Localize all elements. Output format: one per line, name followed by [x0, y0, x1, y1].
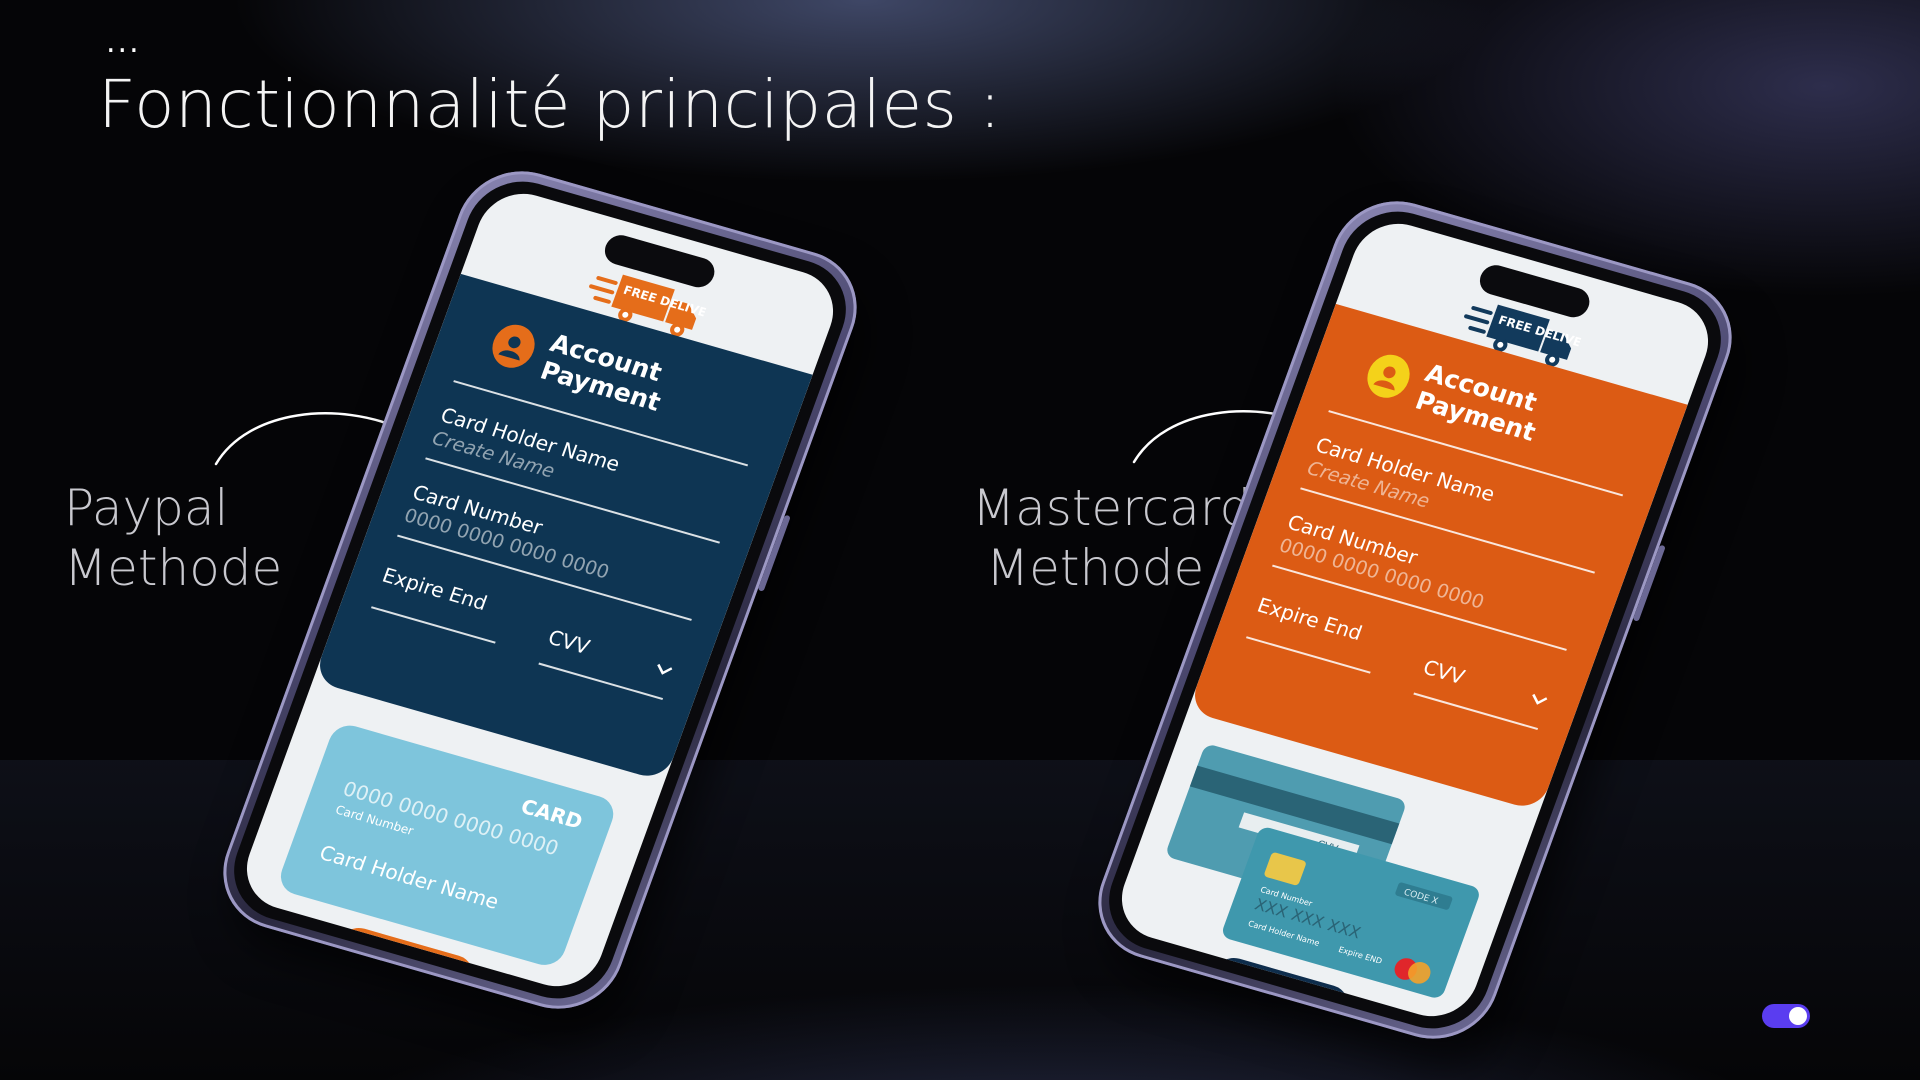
cvv-field[interactable]: CVV: [538, 612, 682, 700]
expire-label: Expire End: [1254, 592, 1366, 646]
expire-field[interactable]: Expire End: [1243, 593, 1386, 681]
panel-title: Account Payment: [1411, 358, 1541, 447]
account-payment-panel: Account Payment Card Holder Name Create …: [312, 273, 813, 782]
mastercard-label-line1: Mastercard: [972, 479, 1252, 537]
page-title: Fonctionnalité principales :: [98, 66, 1002, 143]
toggle-knob: [1789, 1007, 1807, 1025]
panel-title: Account Payment: [536, 328, 666, 417]
toggle-switch[interactable]: [1762, 1004, 1810, 1028]
cvv-field[interactable]: CVV: [1413, 642, 1557, 730]
expire-label: Expire End: [379, 562, 491, 616]
mastercard-label: Mastercard Methode: [972, 478, 1251, 598]
cvv-label: CVV: [1420, 655, 1468, 690]
paypal-label: Paypal Methode: [64, 478, 282, 598]
card-preview-holder: Card Holder Name: [316, 840, 503, 914]
chevron-down-icon[interactable]: [1528, 691, 1549, 707]
expire-field[interactable]: Expire End: [368, 563, 511, 651]
chevron-down-icon[interactable]: [653, 661, 674, 677]
cvv-label: CVV: [545, 625, 593, 660]
user-avatar-icon: [486, 319, 541, 373]
paypal-label-line1: Paypal: [64, 479, 229, 537]
account-payment-panel: Account Payment Card Holder Name Create …: [1187, 303, 1688, 812]
user-avatar-icon: [1361, 349, 1416, 403]
menu-dots[interactable]: ...: [106, 28, 141, 58]
paypal-label-line2: Methode: [64, 539, 283, 597]
